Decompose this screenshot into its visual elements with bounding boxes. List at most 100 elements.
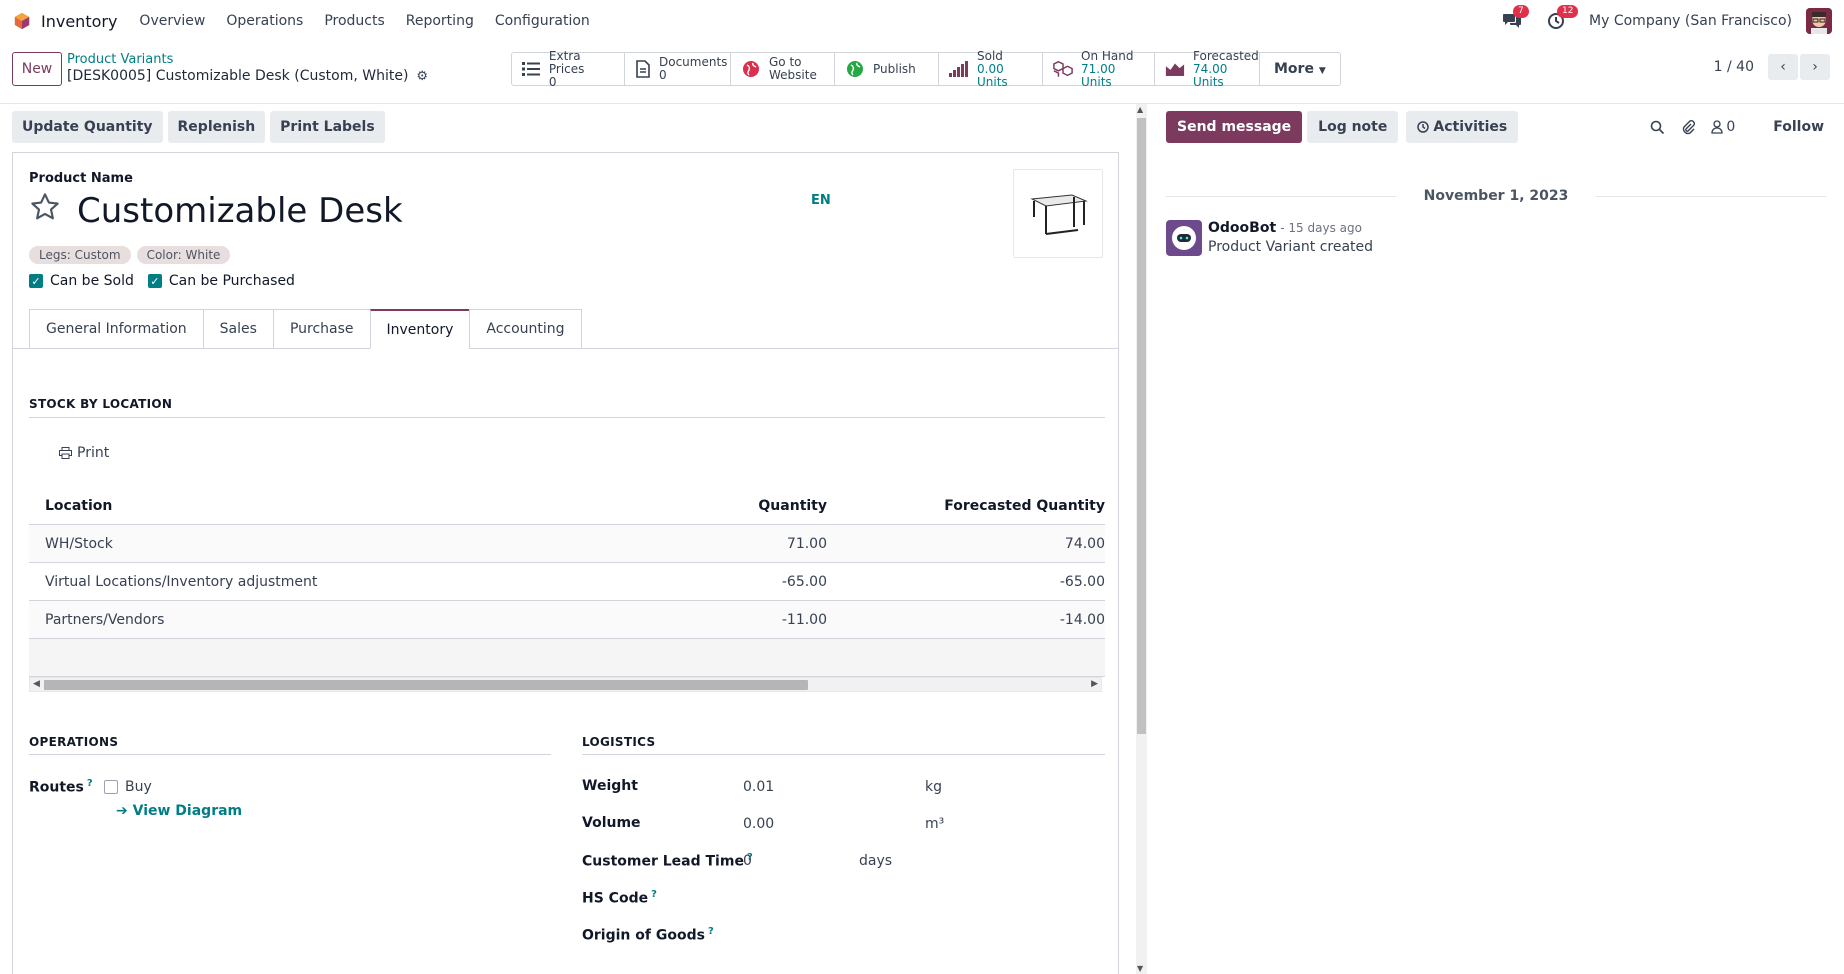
update-quantity-button[interactable]: Update Quantity [12,111,163,143]
menu-products[interactable]: Products [324,13,384,29]
help-icon[interactable]: ? [708,926,714,937]
send-message-button[interactable]: Send message [1166,111,1303,143]
smart-buttons: Extra Prices 0 Documents 0 Go to Website Pu… [511,49,1341,88]
can-be-sold-checkbox[interactable]: ✓ Can be Sold [29,273,134,289]
arrow-right-icon: ➔ [116,803,128,819]
notebook-tabs: General Information Sales Purchase Inven… [29,309,582,349]
message-author[interactable]: OdooBot [1208,220,1276,236]
scroll-left-icon[interactable]: ◀ [33,679,40,689]
followers-button[interactable]: 0 [1711,119,1735,135]
customer-lead-time-input[interactable]: 0 [743,853,752,869]
new-button[interactable]: New [12,52,62,86]
help-icon[interactable]: ? [651,889,657,900]
tab-inventory[interactable]: Inventory [369,309,470,349]
table-row[interactable]: Virtual Locations/Inventory adjustment -… [29,563,1105,601]
forecasted-value: 74.00 Units [1193,61,1228,89]
on-hand-button[interactable]: On Hand 71.00 Units [1043,49,1155,88]
publish-button[interactable]: Publish [835,53,939,85]
follow-button[interactable]: Follow [1773,119,1824,135]
extra-prices-label: Extra Prices [548,48,585,76]
search-icon[interactable] [1650,120,1665,135]
menu-reporting[interactable]: Reporting [406,13,474,29]
tab-sales[interactable]: Sales [202,309,273,349]
app-logo-icon[interactable] [13,12,31,30]
scrollbar-thumb[interactable] [1137,118,1146,734]
user-avatar[interactable] [1806,8,1832,34]
table-row[interactable]: WH/Stock 71.00 74.00 [29,525,1105,563]
header-forecasted-quantity[interactable]: Forecasted Quantity [827,498,1105,514]
pager-previous-button[interactable]: ‹ [1768,54,1798,80]
user-icon [1711,120,1723,134]
message-time: - 15 days ago [1280,221,1362,235]
form-sheet: Product Name Customizable Desk EN Legs: … [12,152,1119,974]
chatter-message: OdooBot - 15 days ago Product Variant cr… [1166,220,1373,256]
menu-configuration[interactable]: Configuration [495,13,590,29]
chevron-left-icon: ‹ [1780,59,1786,75]
documents-value: 0 [659,68,667,82]
product-image[interactable] [1013,169,1103,258]
cell-quantity: -11.00 [781,611,827,628]
tab-purchase[interactable]: Purchase [272,309,370,349]
origin-of-goods-input[interactable] [743,926,1093,946]
product-name-input[interactable]: Customizable Desk [77,191,403,231]
header-location[interactable]: Location [29,498,649,514]
print-labels-button[interactable]: Print Labels [270,111,385,143]
go-to-website-button[interactable]: Go to Website [731,53,835,85]
activities-button[interactable]: Activities [1406,111,1519,143]
extra-prices-value: 0 [548,74,557,89]
print-label: Print [77,445,110,461]
pager-next-button[interactable]: › [1800,54,1830,80]
star-icon[interactable] [29,191,61,223]
scrollbar-thumb[interactable] [44,680,808,690]
tab-general-information[interactable]: General Information [29,309,203,349]
document-icon [635,59,651,79]
extra-prices-button[interactable]: Extra Prices 0 [512,49,625,88]
hs-code-text: HS Code [582,890,649,907]
menu-operations[interactable]: Operations [226,13,303,29]
breadcrumb[interactable]: Product Variants [67,52,173,67]
print-button[interactable]: Print [59,445,109,461]
logistics-title: LOGISTICS [582,735,656,749]
cell-location: Virtual Locations/Inventory adjustment [45,573,318,590]
route-buy-checkbox[interactable]: Buy [104,779,152,795]
activities-button[interactable]: 12 [1545,5,1579,32]
activities-badge: 12 [1557,5,1579,18]
table-row[interactable]: Partners/Vendors -11.00 -14.00 [29,601,1105,639]
documents-button[interactable]: Documents 0 [625,53,731,85]
more-dropdown[interactable]: More ▼ [1260,53,1340,85]
vertical-scrollbar[interactable]: ▲ ▼ [1136,104,1147,974]
header-quantity[interactable]: Quantity [649,498,827,514]
language-button[interactable]: EN [811,193,831,208]
weight-input[interactable]: 0.01 [743,779,774,795]
log-note-button[interactable]: Log note [1307,111,1399,143]
volume-input[interactable]: 0.00 [743,816,774,832]
horizontal-scrollbar[interactable]: ◀ ▶ [29,677,1102,692]
messages-button[interactable]: 7 [1501,5,1529,32]
hs-code-input[interactable] [743,889,1093,909]
sold-button[interactable]: Sold 0.00 Units [939,49,1043,88]
messages-badge: 7 [1513,5,1529,18]
table-empty-row [29,639,1105,677]
variant-tags: Legs: Custom Color: White [29,246,236,264]
scroll-up-icon[interactable]: ▲ [1137,105,1143,114]
view-diagram-link[interactable]: ➔ View Diagram [116,803,242,819]
help-icon[interactable]: ? [87,778,93,789]
tab-accounting[interactable]: Accounting [469,309,582,349]
app-name[interactable]: Inventory [41,12,117,31]
scroll-down-icon[interactable]: ▼ [1137,964,1143,973]
odoobot-avatar[interactable] [1166,220,1202,256]
scroll-right-icon[interactable]: ▶ [1091,679,1098,689]
pager-value[interactable]: 1 / 40 [1714,59,1754,75]
weight-label: Weight [582,778,638,794]
weight-unit: kg [925,779,942,795]
forecasted-button[interactable]: Forecasted 74.00 Units [1155,49,1260,88]
replenish-button[interactable]: Replenish [167,111,266,143]
desk-image-icon [1030,193,1088,235]
paperclip-icon[interactable] [1681,119,1696,135]
gear-icon[interactable]: ⚙ [416,69,428,84]
check-icon: ✓ [147,274,162,288]
sale-purchase-checks: ✓ Can be Sold ✓ Can be Purchased [29,273,309,289]
menu-overview[interactable]: Overview [139,13,205,29]
can-be-purchased-checkbox[interactable]: ✓ Can be Purchased [147,273,295,289]
company-switcher[interactable]: My Company (San Francisco) [1589,13,1792,29]
